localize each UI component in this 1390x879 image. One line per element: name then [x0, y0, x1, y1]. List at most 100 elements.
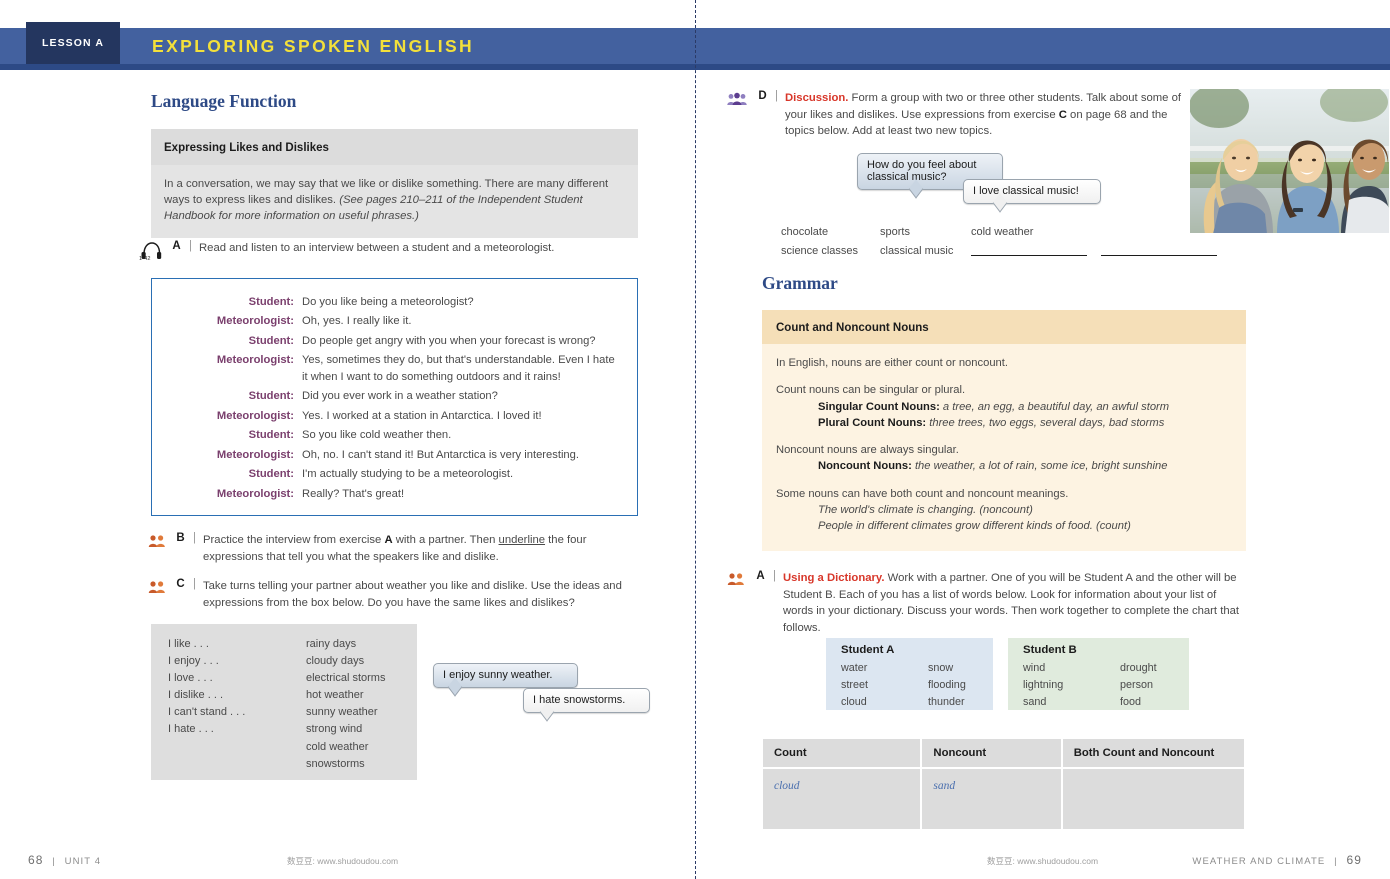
exercise-d-separator: | — [775, 90, 778, 102]
lesson-tab: LESSON A — [26, 22, 120, 64]
discussion-topics: chocolate sports cold weather science cl… — [781, 223, 1251, 262]
grammar-box-body: In English, nouns are either count or no… — [762, 344, 1246, 551]
dialogue-row: Meteorologist: Oh, yes. I really like it. — [152, 312, 637, 332]
student-a-word: cloud — [841, 696, 867, 709]
footer-right: WEATHER AND CLIMATE | 69 — [1192, 853, 1362, 867]
chart-cell-count[interactable]: cloud — [763, 769, 921, 829]
student-a-column-2: snow flooding thunder — [928, 660, 966, 712]
footer-right-sep: | — [1334, 856, 1338, 867]
footer-right-page-number: 69 — [1346, 853, 1362, 867]
expression-item: I dislike . . . — [168, 689, 224, 702]
exercise-d-text: Discussion. Form a group with two or thr… — [785, 92, 1182, 137]
grammar-box-header: Count and Noncount Nouns — [762, 310, 1246, 344]
page-title: EXPLORING SPOKEN ENGLISH — [152, 36, 475, 56]
pair-people-icon — [148, 534, 166, 548]
grammar-singular-line: Singular Count Nouns: a tree, an egg, a … — [818, 400, 1170, 413]
student-a-word: water — [841, 662, 868, 674]
exercise-a-letter: A — [172, 240, 181, 252]
expressions-column-right: rainy days cloudy days electrical storms ho… — [306, 636, 385, 773]
count-noncount-chart: Count Noncount Both Count and Noncount c… — [761, 737, 1246, 831]
dialogue-speaker: Student: — [248, 390, 294, 402]
topic-write-in-line-2[interactable] — [1101, 242, 1231, 263]
dialogue-line: Yes. I worked at a station in Antarctica… — [302, 409, 542, 422]
watermark-right: 数豆豆: www.shudoudou.com — [987, 856, 1099, 866]
chart-header-row: Count Noncount Both Count and Noncount — [763, 739, 1244, 767]
exercise-a-text: Read and listen to an interview between … — [199, 242, 555, 254]
weather-item: strong wind — [306, 723, 363, 736]
chart-answer-count: cloud — [774, 780, 800, 792]
lesson-tab-label: LESSON A — [41, 37, 105, 49]
grammar-p4: Some nouns can have both count and nonco… — [776, 487, 1069, 500]
grammar-box: Count and Noncount Nouns In English, nou… — [762, 310, 1246, 551]
grammar-noncount-line: Noncount Nouns: the weather, a lot of ra… — [818, 460, 1168, 473]
pair-people-icon — [148, 580, 166, 594]
exercise-c-row: C | Take turns telling your partner abou… — [148, 578, 628, 611]
student-b-word-box: Student B wind lightning sand drought perso… — [1008, 638, 1189, 710]
student-b-word: sand — [1023, 696, 1047, 709]
language-function-box-header: Expressing Likes and Dislikes — [151, 129, 638, 165]
topic-sports: sports — [880, 226, 910, 238]
dialogue-speaker: Student: — [248, 334, 294, 347]
student-a-word: thunder — [928, 696, 965, 709]
topic-cold-weather: cold weather — [971, 226, 1034, 238]
dialogue-line: Did you ever work in a weather station? — [302, 390, 498, 402]
exercise-a-left: A | Read and listen to an interview betw… — [170, 240, 640, 257]
language-function-heading: Language Function — [151, 91, 297, 111]
expressions-box: I like . . . I enjoy . . . I love . . . I d… — [151, 624, 417, 780]
exercise-b-text: Practice the interview from exercise A w… — [203, 534, 587, 563]
topic-write-in-line-1[interactable] — [971, 242, 1101, 263]
weather-item: cloudy days — [306, 655, 365, 668]
dialogue-speaker: Meteorologist: — [216, 487, 294, 500]
student-a-word: snow — [928, 662, 954, 674]
chart-header-count: Count — [763, 739, 921, 767]
dialogue-row: Meteorologist: Yes, sometimes they do, bu… — [152, 351, 637, 387]
speech-bubble-sunny: I enjoy sunny weather. — [433, 663, 578, 697]
speech-bubble-i-love-classical: I love classical music! — [963, 179, 1101, 213]
footer-right-unit-title: WEATHER AND CLIMATE — [1192, 856, 1326, 867]
chart-cell-noncount[interactable]: sand — [922, 769, 1061, 829]
chart-header-both: Both Count and Noncount — [1062, 739, 1244, 767]
dialogue-row: Student: Did you ever work in a weather s… — [152, 387, 637, 407]
grammar-p3: Noncount nouns are always singular. — [776, 444, 959, 457]
using-dictionary-label: Using a Dictionary. — [783, 572, 885, 584]
weather-item: sunny weather — [306, 706, 378, 719]
dialogue-line: So you like cold weather then. — [302, 429, 452, 441]
footer-left-page-number: 68 — [28, 853, 44, 867]
dialogue-line: I'm actually studying to be a meteorolog… — [302, 468, 514, 480]
discussion-label: Discussion. — [785, 92, 849, 104]
grammar-heading: Grammar — [762, 273, 838, 293]
speech-bubble-love-text: I love classical music! — [973, 185, 1079, 197]
chart-cell-both[interactable] — [1062, 769, 1244, 829]
interview-dialogue-box: Student: Do you like being a meteorologis… — [151, 278, 638, 516]
group-people-icon — [727, 92, 747, 106]
grammar-example-2: People in different climates grow differ… — [818, 520, 1131, 533]
speech-bubble-how-text: How do you feel about classical music? — [867, 159, 977, 183]
exercise-a-right-text: Using a Dictionary. Work with a partner.… — [783, 572, 1240, 634]
exercise-d-letter: D — [758, 90, 767, 102]
student-b-word: drought — [1120, 662, 1157, 674]
exercise-b-row: B | Practice the interview from exercise… — [148, 532, 643, 565]
weather-item: rainy days — [306, 638, 357, 650]
dialogue-row: Meteorologist: Oh, no. I can't stand it! … — [152, 445, 637, 465]
language-function-box-body: In a conversation, we may say that we li… — [151, 165, 638, 238]
dialogue-table: Student: Do you like being a meteorologis… — [152, 292, 637, 504]
student-a-word: flooding — [928, 679, 966, 692]
expression-item: I hate . . . — [168, 723, 214, 736]
exercise-a-right-row: A | Using a Dictionary. Work with a part… — [727, 570, 1247, 636]
student-b-word: person — [1120, 679, 1154, 692]
exercise-c-letter: C — [176, 578, 185, 590]
dialogue-line: Oh, yes. I really like it. — [302, 315, 412, 327]
exercise-b-letter: B — [176, 532, 185, 544]
chart-answer-noncount: sand — [933, 780, 956, 792]
dialogue-row: Student: I'm actually studying to be a me… — [152, 465, 637, 485]
weather-item: electrical storms — [306, 672, 386, 685]
dialogue-line: Really? That's great! — [302, 487, 405, 500]
exercise-a-right-separator: | — [773, 570, 776, 582]
student-a-word-box: Student A water street cloud snow flooding t… — [826, 638, 993, 710]
topic-science-classes: science classes — [781, 244, 859, 257]
exercise-c-separator: | — [193, 578, 196, 590]
exercise-b-separator: | — [193, 532, 196, 544]
weather-item: hot weather — [306, 689, 364, 702]
dialogue-speaker: Meteorologist: — [216, 409, 294, 422]
expression-item: I love . . . — [168, 672, 213, 685]
